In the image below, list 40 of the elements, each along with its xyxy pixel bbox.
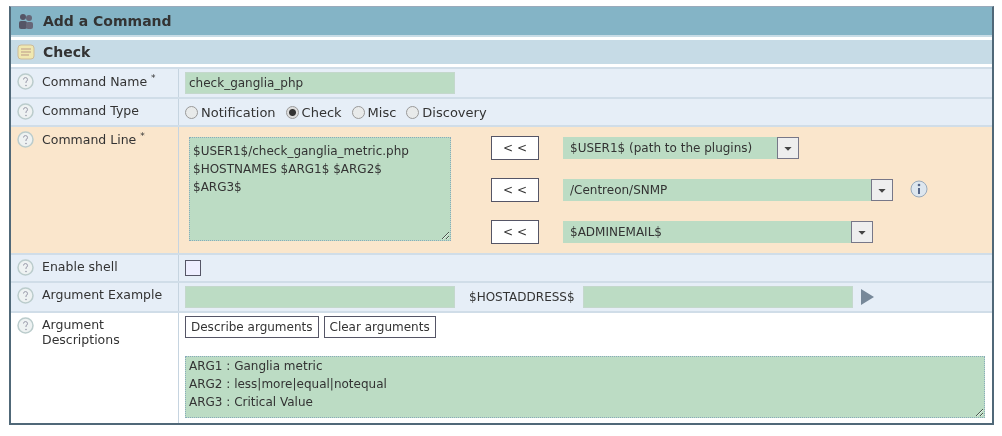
help-icon[interactable] bbox=[17, 131, 34, 148]
field-label: Command Name $^{*}$ bbox=[42, 73, 156, 90]
field-label: Argument Descriptions bbox=[42, 317, 121, 347]
people-icon bbox=[17, 12, 35, 30]
field-label: Enable shell bbox=[42, 259, 118, 274]
notepad-icon bbox=[17, 44, 35, 60]
macro-select[interactable]: $ADMINEMAIL$ bbox=[563, 221, 873, 243]
macro-select[interactable]: /Centreon/SNMP bbox=[563, 179, 893, 201]
page-title: Add a Command bbox=[43, 13, 172, 29]
play-icon[interactable] bbox=[858, 288, 875, 306]
radio-option[interactable]: Discovery bbox=[406, 104, 487, 120]
help-icon[interactable] bbox=[17, 73, 34, 90]
dropdown-caret-icon[interactable] bbox=[871, 179, 893, 201]
help-icon[interactable] bbox=[17, 317, 34, 334]
help-icon[interactable] bbox=[17, 287, 34, 304]
dropdown-caret-icon[interactable] bbox=[777, 137, 799, 159]
field-label: Command Line $^{*}$ bbox=[42, 131, 145, 148]
argument-example-field[interactable] bbox=[185, 286, 455, 308]
field-label: Command Type bbox=[42, 103, 139, 118]
macro-select[interactable]: $USER1$ (path to the plugins) bbox=[563, 137, 799, 159]
radio-option[interactable]: Misc bbox=[351, 104, 397, 120]
insert-macro-button[interactable]: < < bbox=[491, 220, 539, 244]
macro-label: $HOSTADDRESS$ bbox=[469, 290, 575, 304]
info-icon[interactable] bbox=[909, 180, 929, 200]
command-name-field[interactable]: check_ganglia_php bbox=[185, 72, 455, 94]
command-line-field[interactable]: $USER1$/check_ganglia_metric.php $HOSTNAMES $ARG1$ $ARG2$ $ARG3$ bbox=[189, 137, 451, 241]
argument-button[interactable]: Clear arguments bbox=[323, 316, 436, 338]
host-address-field[interactable] bbox=[582, 286, 853, 308]
help-icon[interactable] bbox=[17, 259, 34, 276]
argument-button[interactable]: Describe arguments bbox=[185, 316, 319, 338]
argument-descriptions-field[interactable]: ARG1 : Ganglia metric ARG2 : less|more|equal|notequal ARG3 : Critical Value bbox=[185, 356, 985, 418]
section-title: Check bbox=[43, 44, 91, 60]
help-icon[interactable] bbox=[17, 103, 34, 120]
checkbox[interactable] bbox=[185, 260, 201, 276]
radio-option[interactable]: Check bbox=[285, 104, 342, 120]
insert-macro-button[interactable]: < < bbox=[491, 136, 539, 160]
dropdown-caret-icon[interactable] bbox=[851, 221, 873, 243]
insert-macro-button[interactable]: < < bbox=[491, 178, 539, 202]
field-label: Argument Example bbox=[42, 287, 163, 302]
radio-option[interactable]: Notification bbox=[185, 104, 276, 120]
